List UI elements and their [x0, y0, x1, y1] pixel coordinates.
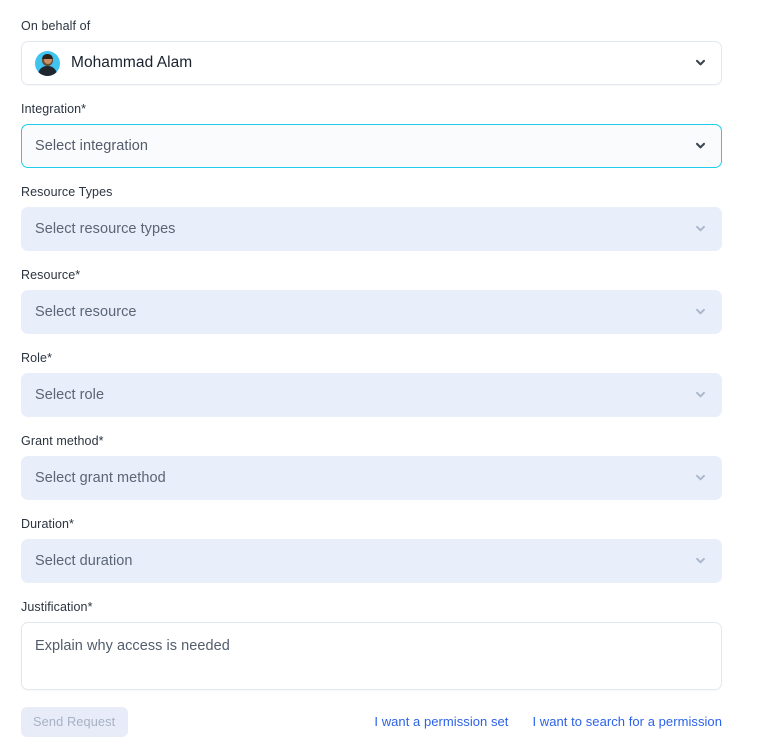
resource-placeholder: Select resource	[35, 304, 137, 320]
link-permission-set[interactable]: I want a permission set	[374, 713, 508, 731]
form-footer: Send Request I want a permission set I w…	[21, 707, 722, 737]
chevron-down-icon	[695, 140, 706, 151]
on-behalf-of-value: Mohammad Alam	[71, 54, 193, 71]
label-duration: Duration*	[21, 517, 75, 531]
field-group-integration: Integration* Select integration	[21, 101, 722, 168]
chevron-down-icon	[695, 57, 706, 68]
field-group-resource-types: Resource Types Select resource types	[21, 184, 722, 251]
field-group-role: Role* Select role	[21, 350, 722, 417]
send-request-button[interactable]: Send Request	[21, 707, 129, 737]
justification-placeholder: Explain why access is needed	[35, 638, 230, 654]
footer-links: I want a permission set I want to search…	[374, 713, 722, 731]
avatar	[35, 50, 60, 76]
resource-types-placeholder: Select resource types	[35, 221, 176, 237]
role-placeholder: Select role	[35, 387, 105, 403]
select-resource-types[interactable]: Select resource types	[21, 207, 722, 251]
select-integration[interactable]: Select integration	[21, 124, 722, 168]
chevron-down-icon	[695, 555, 706, 566]
label-role: Role*	[21, 351, 53, 365]
grant-method-placeholder: Select grant method	[35, 470, 166, 486]
field-group-grant-method: Grant method* Select grant method	[21, 433, 722, 500]
access-request-form: On behalf of Mohammad Alam Integration* …	[0, 0, 767, 748]
link-search-permission[interactable]: I want to search for a permission	[532, 713, 722, 731]
chevron-down-icon	[695, 389, 706, 400]
integration-placeholder: Select integration	[35, 138, 148, 154]
field-group-on-behalf-of: On behalf of Mohammad Alam	[21, 18, 722, 85]
justification-input[interactable]: Explain why access is needed	[21, 622, 722, 690]
label-on-behalf-of: On behalf of	[21, 19, 91, 33]
field-group-resource: Resource* Select resource	[21, 267, 722, 334]
label-resource: Resource*	[21, 268, 81, 282]
select-duration[interactable]: Select duration	[21, 539, 722, 583]
label-resource-types: Resource Types	[21, 185, 113, 199]
chevron-down-icon	[695, 223, 706, 234]
duration-placeholder: Select duration	[35, 553, 133, 569]
select-grant-method[interactable]: Select grant method	[21, 456, 722, 500]
label-justification: Justification*	[21, 600, 93, 614]
label-grant-method: Grant method*	[21, 434, 104, 448]
select-on-behalf-of[interactable]: Mohammad Alam	[21, 41, 722, 85]
field-group-duration: Duration* Select duration	[21, 516, 722, 583]
chevron-down-icon	[695, 306, 706, 317]
select-role[interactable]: Select role	[21, 373, 722, 417]
field-group-justification: Justification* Explain why access is nee…	[21, 599, 722, 690]
select-resource[interactable]: Select resource	[21, 290, 722, 334]
chevron-down-icon	[695, 472, 706, 483]
label-integration: Integration*	[21, 102, 87, 116]
